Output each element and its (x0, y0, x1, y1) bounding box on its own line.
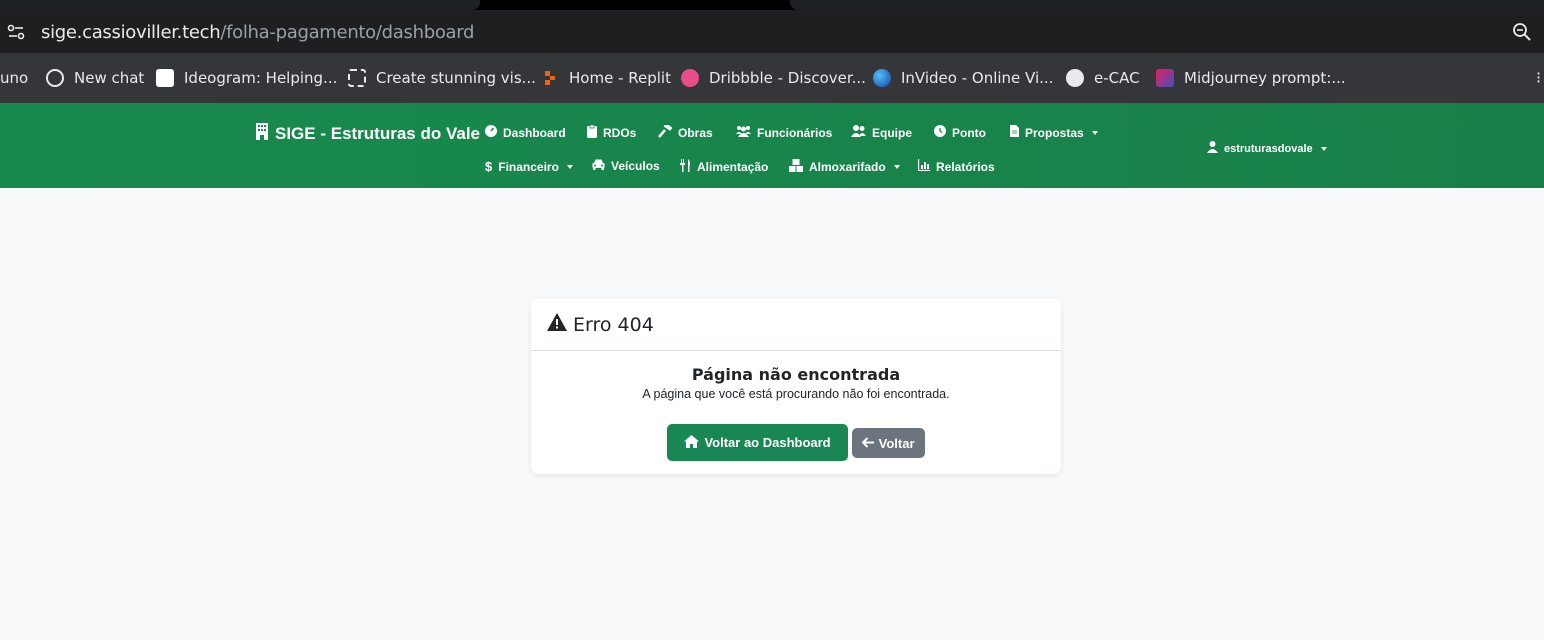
bookmark-item[interactable]: uno (0, 68, 28, 88)
gauge-icon (485, 125, 497, 140)
bookmark-label: New chat (74, 69, 145, 87)
nav-label: Funcionários (757, 125, 833, 140)
url-text[interactable]: sige.cassioviller.tech/folha-pagamento/d… (41, 22, 474, 43)
bookmark-label: Midjourney prompt:... (1184, 69, 1346, 87)
user-icon (1207, 141, 1218, 156)
bookmark-item[interactable]: New chat (46, 68, 144, 88)
bookmark-label: e-CAC (1094, 69, 1140, 87)
nav-relatorios[interactable]: Relatórios (917, 159, 995, 174)
bookmark-label: Create stunning vis... (376, 69, 536, 87)
nav-financeiro[interactable]: $ Financeiro (485, 159, 573, 174)
back-button[interactable]: Voltar (851, 428, 925, 458)
bookmark-item[interactable]: e-CAC (1066, 68, 1140, 88)
chevron-down-icon (566, 164, 573, 169)
chart-icon (917, 159, 930, 174)
button-label: Voltar (878, 435, 915, 451)
bookmark-item[interactable]: Create stunning vis... (348, 68, 536, 88)
nav-label: Propostas (1025, 125, 1084, 140)
browser-tab-area[interactable] (790, 0, 1544, 10)
card-body: Página não encontrada A página que você … (531, 351, 1061, 461)
nav-equipe[interactable]: Equipe (851, 125, 912, 140)
user-menu[interactable]: estruturasdovale (1207, 141, 1327, 156)
nav-label: Veículos (611, 159, 660, 173)
building-icon (255, 123, 269, 145)
nav-label: Alimentação (697, 160, 769, 174)
browser-tab-strip (0, 0, 1544, 10)
bookmark-item[interactable]: Ideogram: Helping... (156, 68, 337, 88)
button-label: Voltar ao Dashboard (704, 435, 831, 450)
dribbble-icon (681, 69, 699, 87)
nav-label: Almoxarifado (809, 160, 886, 174)
replit-icon (541, 69, 559, 87)
user-group-icon (851, 125, 866, 140)
invideo-icon (873, 69, 891, 87)
nav-alimentacao[interactable]: Alimentação (680, 159, 768, 175)
error-heading: Página não encontrada (691, 365, 901, 384)
navbar-brand[interactable]: SIGE - Estruturas do Vale (255, 123, 480, 145)
bookmark-label: InVideo - Online Vi... (901, 69, 1054, 87)
chevron-down-icon (1320, 146, 1327, 151)
nav-ponto[interactable]: Ponto (934, 125, 986, 140)
bookmark-label: Dribbble - Discover... (709, 69, 866, 87)
user-name: estruturasdovale (1224, 142, 1313, 155)
nav-almoxarifado[interactable]: Almoxarifado (789, 159, 900, 175)
omnibox[interactable]: sige.cassioviller.tech/folha-pagamento/d… (0, 10, 1544, 53)
nav-rdos[interactable]: RDOs (587, 124, 637, 141)
midjourney-icon (1156, 69, 1174, 87)
boxes-icon (789, 159, 803, 175)
browser-address-bar: sige.cassioviller.tech/folha-pagamento/d… (0, 10, 1544, 53)
nav-label: Equipe (872, 125, 913, 140)
utensils-icon (680, 159, 691, 175)
bookmark-label: uno (0, 69, 29, 87)
error-card: Erro 404 Página não encontrada A página … (531, 299, 1061, 474)
bookmark-label: Ideogram: Helping... (184, 69, 338, 87)
hammer-icon (658, 123, 673, 141)
nav-label: Ponto (952, 125, 986, 140)
brand-label: SIGE - Estruturas do Vale (275, 124, 481, 143)
chevron-down-icon (893, 165, 900, 169)
file-icon (1010, 125, 1019, 140)
clock-icon (934, 125, 946, 140)
globe-icon (1066, 69, 1084, 87)
dollar-icon: $ (485, 159, 493, 174)
nav-dashboard[interactable]: Dashboard (485, 125, 566, 140)
nav-obras[interactable]: Obras (658, 123, 713, 141)
car-icon (592, 159, 605, 173)
site-settings-icon[interactable] (6, 22, 26, 42)
openai-icon (46, 69, 64, 87)
back-to-dashboard-button[interactable]: Voltar ao Dashboard (667, 424, 848, 461)
frame-icon (348, 69, 366, 87)
app-navbar: SIGE - Estruturas do Vale Dashboard RDOs… (0, 103, 1544, 188)
clipboard-icon (587, 124, 597, 141)
nav-veiculos[interactable]: Veículos (592, 159, 660, 173)
nav-funcionarios[interactable]: Funcionários (736, 125, 832, 140)
ideogram-icon (156, 69, 174, 87)
arrow-left-icon (861, 436, 874, 451)
nav-label: Dashboard (503, 125, 566, 140)
bookmark-label: Home - Replit (569, 69, 671, 87)
users-icon (736, 125, 751, 140)
bookmarks-bar: uno New chat Ideogram: Helping... Create… (0, 53, 1544, 103)
error-message: A página que você está procurando não fo… (642, 387, 950, 401)
bookmark-item[interactable]: Home - Replit (541, 68, 671, 88)
url-path: /folha-pagamento/dashboard (220, 22, 475, 43)
warning-icon (547, 313, 567, 336)
url-host: sige.cassioviller.tech (41, 22, 221, 43)
card-header: Erro 404 (531, 299, 1061, 351)
browser-tab-active[interactable] (0, 0, 480, 10)
nav-propostas[interactable]: Propostas (1010, 125, 1098, 140)
home-icon (684, 434, 700, 451)
nav-label: Obras (678, 126, 713, 140)
button-group: Voltar ao Dashboard Voltar (531, 424, 1061, 461)
bookmarks-overflow-icon[interactable]: ⁝ (1536, 68, 1541, 88)
chevron-down-icon (1091, 130, 1098, 135)
card-title: Erro 404 (573, 313, 654, 336)
bookmark-item[interactable]: Midjourney prompt:... (1156, 68, 1346, 88)
nav-label: Relatórios (936, 159, 995, 174)
nav-label: Financeiro (498, 159, 559, 174)
zoom-icon[interactable] (1512, 22, 1532, 42)
bookmark-item[interactable]: Dribbble - Discover... (681, 68, 866, 88)
bookmark-item[interactable]: InVideo - Online Vi... (873, 68, 1053, 88)
nav-label: RDOs (603, 126, 637, 140)
